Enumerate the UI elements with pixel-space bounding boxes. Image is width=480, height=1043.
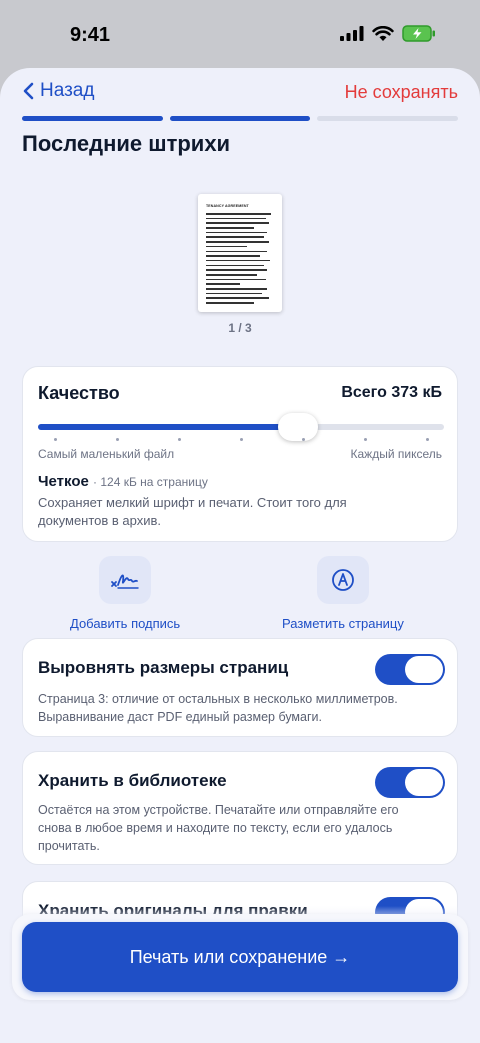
thumbnail-text-line bbox=[206, 245, 247, 248]
thumbnail-text-line bbox=[206, 222, 269, 224]
setting-title: Выровнять размеры страниц bbox=[38, 658, 289, 677]
nav-bar: Назад Не сохранять bbox=[0, 80, 480, 108]
setting-card-library: Хранить в библиотеке Остаётся на этом ус… bbox=[22, 751, 458, 865]
thumbnail-text-line bbox=[206, 227, 254, 229]
slider-tick bbox=[239, 438, 243, 441]
slider-tick bbox=[115, 438, 119, 441]
thumbnail-text-line bbox=[206, 250, 268, 253]
normalize-toggle[interactable] bbox=[375, 654, 445, 685]
thumbnail-text-line bbox=[206, 231, 268, 234]
library-toggle[interactable] bbox=[375, 767, 445, 798]
thumbnail-text-line bbox=[206, 283, 240, 285]
setting-card-normalize: Выровнять размеры страниц Страница 3: от… bbox=[22, 638, 458, 737]
quality-mode-name: Четкое bbox=[38, 473, 89, 490]
thumbnail-text-line bbox=[206, 217, 266, 220]
slider-tick bbox=[425, 438, 429, 441]
quality-total-size: Всего 373 кБ bbox=[341, 384, 442, 401]
thumbnail-text-line bbox=[206, 264, 265, 267]
signal-icon bbox=[340, 26, 364, 41]
page-counter: 1 / 3 bbox=[228, 321, 252, 335]
add-signature-button[interactable]: Добавить подпись bbox=[70, 556, 180, 631]
pen-tip-icon bbox=[316, 556, 369, 604]
thumbnail-text-line bbox=[206, 273, 257, 276]
markup-page-label: Разметить страницу bbox=[282, 616, 404, 631]
signature-icon bbox=[99, 556, 152, 604]
quality-mode-detail: · 124 кБ на страницу bbox=[93, 475, 208, 489]
setting-title: Хранить в библиотеке bbox=[38, 771, 227, 790]
page-thumbnail[interactable]: TENANCY AGREEMENT bbox=[198, 194, 282, 312]
back-button[interactable]: Назад bbox=[22, 80, 94, 102]
setting-description: Остаётся на этом устройстве. Печатайте и… bbox=[38, 803, 399, 853]
status-time: 9:41 bbox=[70, 24, 111, 46]
thumbnail-text-line bbox=[206, 269, 268, 271]
page-title: Последние штрихи bbox=[22, 131, 231, 156]
add-signature-label: Добавить подпись bbox=[70, 616, 181, 631]
print-or-save-button[interactable]: Печать или сохранение → bbox=[22, 922, 458, 992]
thumbnail-text-line bbox=[206, 236, 264, 239]
slider-fill bbox=[38, 424, 298, 430]
thumbnail-text-line bbox=[206, 297, 269, 299]
thumbnail-text-line bbox=[206, 278, 266, 281]
step-progress bbox=[22, 116, 459, 121]
progress-step bbox=[317, 116, 459, 121]
battery-charging-icon bbox=[402, 25, 435, 42]
status-icons bbox=[340, 25, 436, 42]
slider-tick bbox=[177, 438, 181, 441]
slider-tick bbox=[301, 438, 305, 441]
thumbnail-text-line bbox=[206, 241, 270, 243]
quality-slider[interactable] bbox=[38, 413, 444, 441]
thumbnail-text-line bbox=[206, 255, 261, 257]
sheet: Назад Не сохранять Последние штрихи TENA… bbox=[0, 68, 480, 1043]
progress-step bbox=[22, 116, 163, 121]
thumbnail-text-line bbox=[206, 213, 271, 215]
thumbnail-text-line bbox=[206, 302, 254, 304]
thumbnail-text-line bbox=[206, 259, 270, 262]
slider-thumb[interactable] bbox=[277, 413, 318, 441]
chevron-left-icon bbox=[23, 82, 34, 100]
markup-page-button[interactable]: Разметить страницу bbox=[282, 556, 404, 631]
quality-card: Качество Всего 373 кБ Самый маленький фа… bbox=[22, 366, 458, 542]
thumbnail-text-line bbox=[206, 288, 268, 290]
thumbnail-doc-title: TENANCY AGREEMENT bbox=[206, 204, 249, 208]
progress-step bbox=[169, 116, 311, 121]
wifi-icon bbox=[372, 25, 394, 41]
quality-title: Качество bbox=[38, 383, 120, 403]
thumbnail-text-line bbox=[206, 292, 262, 295]
slider-max-label: Каждый пиксель bbox=[350, 447, 442, 461]
status-bar: 9:41 bbox=[0, 0, 480, 70]
back-label: Назад bbox=[40, 80, 95, 101]
quality-mode: Четкое · 124 кБ на страницу bbox=[38, 473, 208, 490]
setting-description: Страница 3: отличие от остальных в неско… bbox=[38, 692, 398, 724]
quality-description: Сохраняет мелкий шрифт и печати. Стоит т… bbox=[38, 495, 347, 528]
slider-tick bbox=[363, 438, 367, 441]
slider-tick bbox=[53, 438, 57, 441]
discard-button[interactable]: Не сохранять bbox=[345, 82, 458, 103]
slider-min-label: Самый маленький файл bbox=[38, 447, 175, 461]
